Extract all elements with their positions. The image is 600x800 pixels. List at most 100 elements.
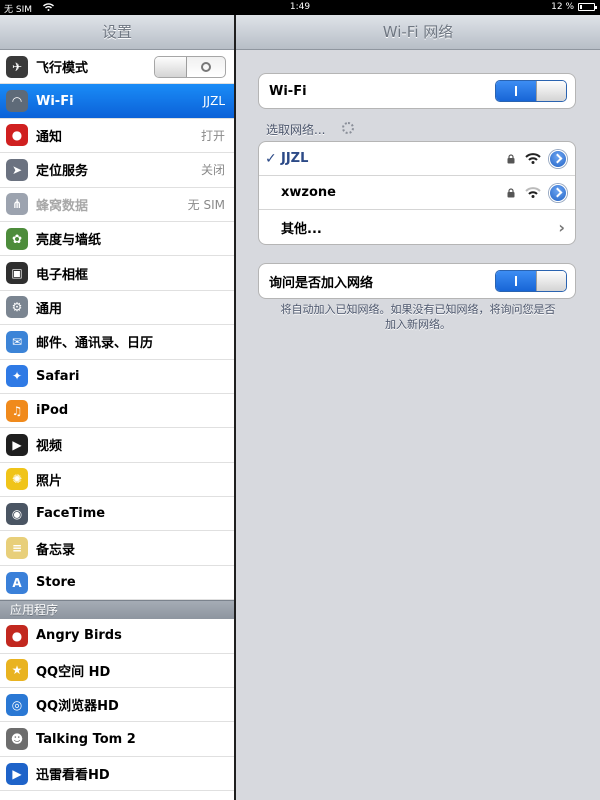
sidebar-item-9[interactable]: ✦ Safari [0,359,234,394]
sidebar-item-label: 通用 [36,301,63,317]
network-row-xwzone[interactable]: xwzone [259,176,575,210]
sidebar-item-13[interactable]: ◉ FaceTime [0,497,234,532]
network-row-jjzl[interactable]: ✓ JJZL [259,142,575,176]
sidebar-item-label: Safari [36,368,80,384]
lock-icon [507,153,515,163]
ask-to-join-footnote: 将自动加入已知网络。如果没有已知网络，将询问您是否加入新网络。 [280,303,556,331]
battery-percentage: 12 % [551,2,574,12]
sidebar-item-7[interactable]: ⚙ 通用 [0,290,234,326]
talking-tom-icon: ☻ [6,728,28,751]
wifi-icon: ◠ [6,90,28,113]
airplane-icon: ✈ [6,55,28,78]
ask-to-join-group: 询问是否加入网络 [258,263,576,299]
facetime-icon: ◉ [6,502,28,525]
app-item-3[interactable]: ☻ Talking Tom 2 [0,722,234,757]
sidebar-item-value: JJZL [203,94,225,109]
sidebar-item-1[interactable]: ◠ Wi-Fi JJZL [0,84,234,119]
loading-spinner-icon [342,122,354,134]
clock: 1:49 [289,2,311,12]
sidebar-item-value: 无 SIM [187,197,225,212]
sidebar-item-label: 备忘录 [36,542,76,558]
app-item-4[interactable]: ▶ 迅雷看看HD [0,756,234,792]
qq-browser-icon: ◎ [6,693,28,716]
toggle-on-mark [515,276,517,286]
sidebar-item-label: FaceTime [36,506,106,522]
sidebar-item-14[interactable]: ≡ 备忘录 [0,531,234,566]
network-name: JJZL [281,151,309,166]
mail-icon: ✉ [6,330,28,353]
apps-section-header: 应用程序 [0,600,234,620]
photos-icon: ✺ [6,468,28,491]
gear-icon: ⚙ [6,296,28,319]
other-network-row[interactable]: 其他... › [259,210,575,244]
sidebar-item-8[interactable]: ✉ 邮件、通讯录、日历 [0,325,234,360]
video-icon: ▶ [6,433,28,456]
detail-title: Wi-Fi 网络 [236,15,600,50]
app-item-label: QQ浏览器HD [36,699,119,715]
wifi-toggle-switch[interactable] [495,80,567,102]
settings-sidebar: 设置 ✈ 飞行模式 ◠ Wi-Fi JJZL ● 通知 打开 ➤ 定位服务 关闭 ⋔ 蜂窝数据 无 SIM… [0,15,234,800]
angry-birds-icon: ● [6,624,28,647]
location-icon: ➤ [6,158,28,181]
wifi-toggle-label: Wi-Fi [269,83,307,99]
brightness-icon: ✿ [6,227,28,250]
wifi-detail-pane: Wi-Fi 网络 Wi-Fi 选取网络... ✓ JJZL xwzone 其他.… [236,15,600,800]
app-item-label: Angry Birds [36,628,122,644]
ask-to-join-label: 询问是否加入网络 [269,275,374,291]
choose-network-label: 选取网络... [266,123,326,137]
sidebar-item-label: 视频 [36,439,63,455]
xunlei-icon: ▶ [6,762,28,785]
network-name: xwzone [281,185,336,200]
wifi-toggle-row: Wi-Fi [259,74,575,108]
app-item-label: 迅雷看看HD [36,768,110,783]
sidebar-item-label: 邮件、通讯录、日历 [36,336,154,352]
wifi-signal-icon [525,153,541,164]
battery-icon [578,3,597,11]
notes-icon: ≡ [6,537,28,560]
sidebar-item-5[interactable]: ✿ 亮度与墙纸 [0,221,234,257]
app-item-2[interactable]: ◎ QQ浏览器HD [0,688,234,723]
sidebar-item-label: 定位服务 [36,164,89,180]
sidebar-item-label: 电子相框 [36,267,89,283]
qzone-icon: ★ [6,659,28,682]
other-network-label: 其他... [281,221,322,237]
checkmark-icon: ✓ [265,150,277,167]
settings-list: ✈ 飞行模式 ◠ Wi-Fi JJZL ● 通知 打开 ➤ 定位服务 关闭 ⋔ 蜂窝数据 无 SIM ✿ 亮度… [0,50,234,601]
airplane-mode-switch[interactable] [154,55,226,78]
sidebar-item-6[interactable]: ▣ 电子相框 [0,256,234,291]
sidebar-item-value: 关闭 [200,163,225,178]
chevron-right-icon: › [558,217,565,237]
apps-list: ● Angry Birds ★ QQ空间 HD ◎ QQ浏览器HD ☻ Talking Tom… [0,619,234,792]
sidebar-item-label: 亮度与墙纸 [36,233,102,249]
wifi-toggle-group: Wi-Fi [258,73,576,109]
sidebar-title: 设置 [0,15,234,50]
sidebar-item-label: 蜂窝数据 [36,198,89,214]
safari-icon: ✦ [6,365,28,388]
sidebar-item-11[interactable]: ▶ 视频 [0,428,234,463]
sidebar-item-label: 照片 [36,473,63,489]
app-item-1[interactable]: ★ QQ空间 HD [0,653,234,689]
sidebar-item-0[interactable]: ✈ 飞行模式 [0,50,234,85]
lock-icon [507,187,515,197]
picture-frame-icon: ▣ [6,262,28,285]
sidebar-item-10[interactable]: ♫ iPod [0,393,234,429]
sidebar-item-label: Store [36,575,76,591]
sidebar-item-label: 通知 [36,129,63,145]
sidebar-item-2[interactable]: ● 通知 打开 [0,118,234,154]
sidebar-item-15[interactable]: A Store [0,565,234,601]
app-item-0[interactable]: ● Angry Birds [0,619,234,654]
sidebar-item-3[interactable]: ➤ 定位服务 关闭 [0,153,234,188]
sidebar-item-value: 打开 [200,128,225,143]
sidebar-item-label: 飞行模式 [36,61,89,77]
sidebar-item-12[interactable]: ✺ 照片 [0,462,234,498]
ipod-icon: ♫ [6,399,28,422]
network-detail-button[interactable] [549,183,567,202]
ask-to-join-switch[interactable] [495,270,567,292]
network-detail-button[interactable] [549,149,567,168]
sidebar-item-4[interactable]: ⋔ 蜂窝数据 无 SIM [0,187,234,222]
network-list: ✓ JJZL xwzone 其他... › [258,141,576,245]
toggle-on-mark [515,86,517,96]
store-icon: A [6,571,28,594]
app-item-label: Talking Tom 2 [36,731,136,747]
wifi-signal-icon [525,187,541,198]
